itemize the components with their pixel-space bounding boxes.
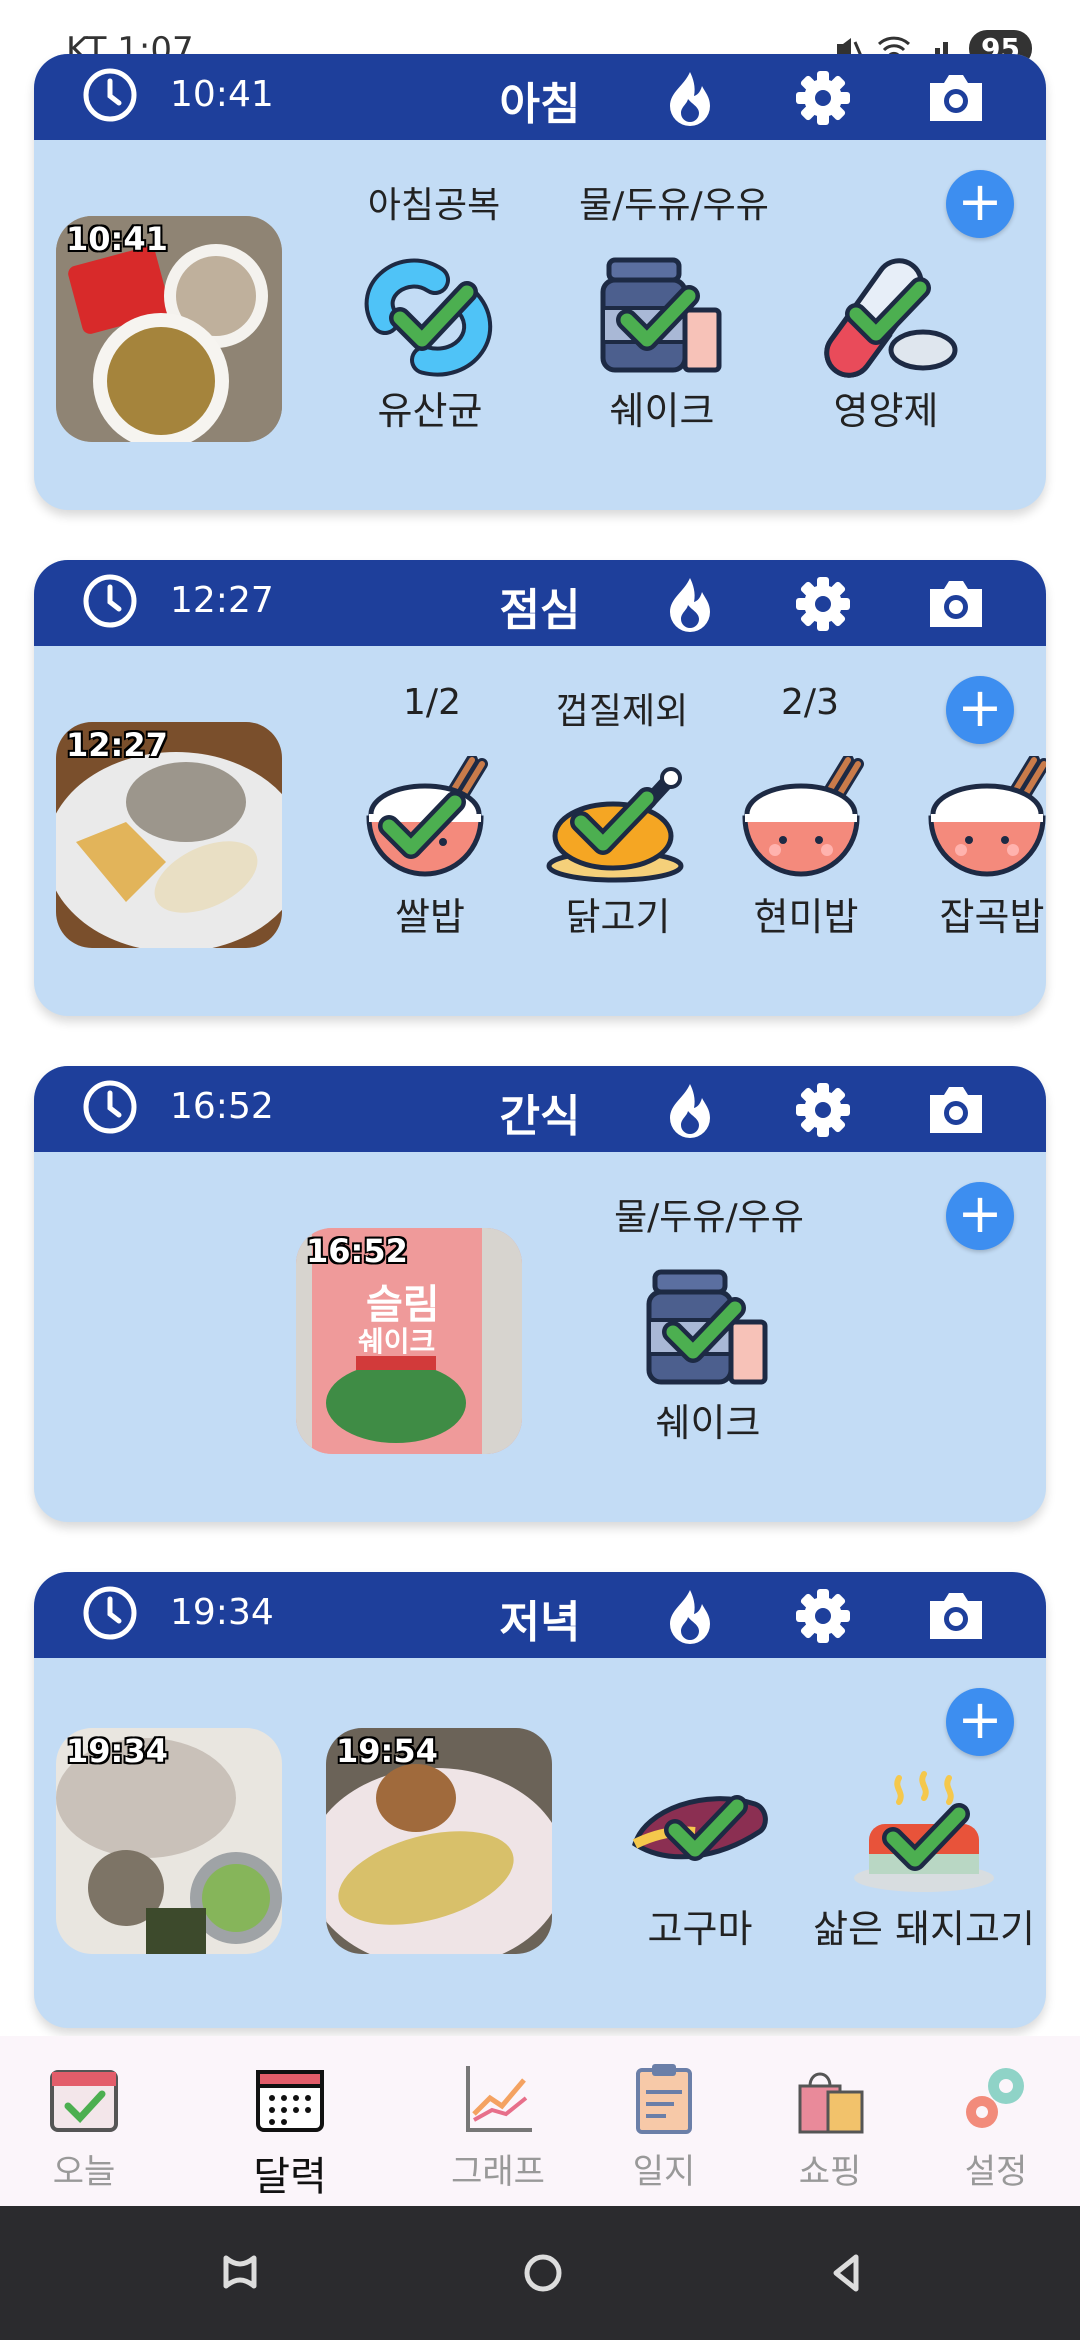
photo-time: 12:27 <box>66 726 168 764</box>
food-item-probiotic[interactable]: 유산균 <box>330 250 530 435</box>
meal-photo[interactable]: 19:54 <box>326 1728 552 1954</box>
meal-title: 저녁 <box>499 1597 581 1648</box>
nav-tab-shopping[interactable]: 쇼핑 <box>760 2058 900 2193</box>
food-label: 닭고기 <box>565 895 671 939</box>
food-item-multigrain-rice[interactable]: 잡곡밥 <box>892 756 1046 941</box>
nav-tab-settings[interactable]: 설정 <box>926 2058 1066 2193</box>
nav-label: 달력 <box>253 2154 327 2200</box>
item-note: 1/2 <box>403 682 461 723</box>
calendar-icon <box>256 2070 324 2132</box>
item-note: 물/두유/우유 <box>579 185 769 226</box>
shake-icon <box>600 257 722 373</box>
meal-card-breakfast[interactable]: 10:41 아침 + 10:41 아침공복 물/두유/우유 유산균 쉐이크 영양… <box>34 54 1046 510</box>
photo-time: 19:34 <box>66 1732 168 1770</box>
food-item-shake[interactable]: 쉐이크 <box>608 1262 808 1447</box>
add-food-button[interactable]: + <box>946 170 1014 238</box>
gear-icon[interactable] <box>794 575 852 633</box>
nav-label: 오늘 <box>52 2152 116 2192</box>
add-food-button[interactable]: + <box>946 1182 1014 1250</box>
item-note: 껍질제외 <box>555 691 689 732</box>
boiled-pork-icon <box>854 1771 994 1892</box>
camera-icon[interactable] <box>926 1587 986 1643</box>
meal-card-lunch[interactable]: 12:27 점심 12:27 1/2 껍질제외 2/3 2 + <box>34 560 1046 1016</box>
nav-label: 일지 <box>632 2152 696 2192</box>
food-label: 영양제 <box>833 389 939 433</box>
home-icon[interactable] <box>522 2252 564 2294</box>
food-item-boiled-pork[interactable]: 삶은 돼지고기 <box>804 1768 1044 1953</box>
probiotic-icon <box>364 258 493 377</box>
meal-photo[interactable]: 19:34 <box>56 1728 282 1954</box>
meal-photo[interactable]: 슬림 쉐이크 16:52 <box>296 1228 522 1454</box>
meal-card-header: 12:27 점심 <box>34 560 1046 646</box>
shake-icon <box>646 1269 768 1385</box>
settings-icon <box>966 2068 1024 2128</box>
meal-card-header: 19:34 저녁 <box>34 1572 1046 1658</box>
meal-card-snack[interactable]: 16:52 간식 + 슬림 쉐이크 16:52 물/두유/우유 쉐이크 <box>34 1066 1046 1522</box>
food-label: 삶은 돼지고기 <box>813 1907 1035 1951</box>
rice-bowl-icon <box>742 756 864 877</box>
food-label: 현미밥 <box>753 895 859 939</box>
nav-label: 쇼핑 <box>798 2152 862 2192</box>
add-food-button[interactable]: + <box>946 1688 1014 1756</box>
food-item-chicken[interactable]: 닭고기 <box>518 756 718 941</box>
food-label: 유산균 <box>377 389 483 433</box>
product-text: 쉐이크 <box>358 1325 436 1358</box>
chicken-icon <box>546 767 684 883</box>
gear-icon[interactable] <box>794 69 852 127</box>
photo-time: 19:54 <box>336 1732 438 1770</box>
gear-icon[interactable] <box>794 1587 852 1645</box>
meal-title: 아침 <box>499 79 581 130</box>
system-navigation-bar <box>0 2206 1080 2340</box>
food-item-brown-rice[interactable]: 현미밥 <box>706 756 906 941</box>
nav-label: 설정 <box>964 2152 1028 2192</box>
supplement-icon <box>824 258 958 378</box>
gear-icon[interactable] <box>794 1081 852 1139</box>
food-label: 고구마 <box>647 1907 753 1951</box>
sweet-potato-icon <box>632 1795 768 1861</box>
bottom-navigation: 오늘 달력 그래프 일지 쇼핑 설정 <box>0 2036 1080 2206</box>
meal-card-header: 16:52 간식 <box>34 1066 1046 1152</box>
food-label: 쉐이크 <box>655 1401 761 1445</box>
meal-card-dinner[interactable]: 19:34 저녁 + 19:34 19:54 고구마 삶은 돼지고기 <box>34 1572 1046 2028</box>
meal-title: 점심 <box>499 585 581 636</box>
meal-photo[interactable]: 12:27 <box>56 722 282 948</box>
rice-bowl-icon <box>366 756 488 877</box>
meal-card-header: 10:41 아침 <box>34 54 1046 140</box>
nav-tab-diary[interactable]: 일지 <box>594 2058 734 2193</box>
item-note: 아침공복 <box>367 185 501 226</box>
back-icon[interactable] <box>826 2252 866 2294</box>
calendar-check-icon <box>50 2070 118 2132</box>
recent-apps-icon[interactable] <box>220 2252 260 2292</box>
graph-icon <box>466 2066 532 2132</box>
add-food-button[interactable]: + <box>946 676 1014 744</box>
fire-icon[interactable] <box>662 1080 718 1140</box>
meal-title: 간식 <box>499 1091 581 1142</box>
food-item-sweet-potato[interactable]: 고구마 <box>600 1768 800 1953</box>
fire-icon[interactable] <box>662 1586 718 1646</box>
fire-icon[interactable] <box>662 574 718 634</box>
camera-icon[interactable] <box>926 69 986 125</box>
food-label: 쉐이크 <box>609 389 715 433</box>
rice-bowl-icon <box>928 756 1046 877</box>
item-note: 물/두유/우유 <box>614 1197 804 1238</box>
nav-tab-today[interactable]: 오늘 <box>14 2058 154 2193</box>
food-item-shake[interactable]: 쉐이크 <box>562 250 762 435</box>
clipboard-icon <box>636 2064 692 2134</box>
photo-time: 16:52 <box>306 1232 408 1270</box>
nav-tab-calendar[interactable]: 달력 <box>220 2058 360 2202</box>
food-item-rice[interactable]: 쌀밥 <box>330 756 530 941</box>
fire-icon[interactable] <box>662 68 718 128</box>
shopping-bag-icon <box>798 2072 864 2134</box>
food-item-supplement[interactable]: 영양제 <box>786 250 986 435</box>
camera-icon[interactable] <box>926 575 986 631</box>
meal-photo[interactable]: 10:41 <box>56 216 282 442</box>
nav-tab-graph[interactable]: 그래프 <box>428 2058 568 2193</box>
nav-label: 그래프 <box>451 2152 545 2192</box>
camera-icon[interactable] <box>926 1081 986 1137</box>
photo-time: 10:41 <box>66 220 168 258</box>
food-label: 쌀밥 <box>395 895 465 939</box>
food-label: 잡곡밥 <box>939 895 1045 939</box>
